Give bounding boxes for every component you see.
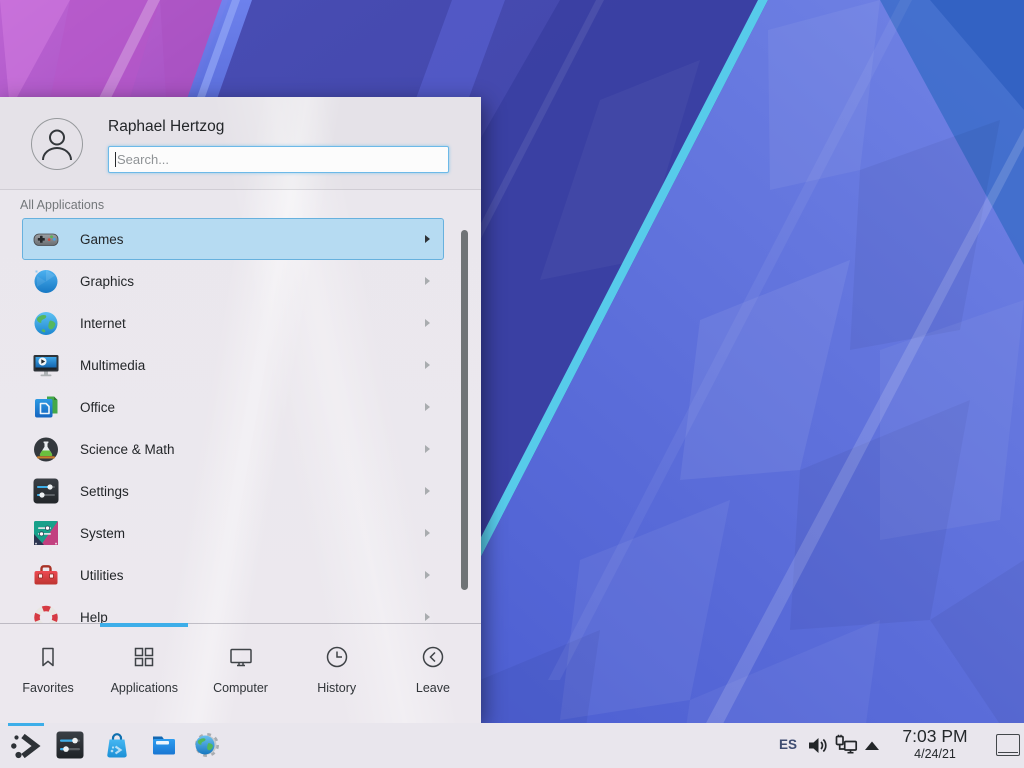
menu-item-label: Office — [80, 400, 425, 415]
menu-item-graphics[interactable]: Graphics — [22, 260, 444, 302]
dolphin-icon[interactable] — [148, 729, 180, 761]
menu-item-office[interactable]: Office — [22, 386, 444, 428]
menu-item-label: Settings — [80, 484, 425, 499]
user-name: Raphael Hertzog — [108, 118, 224, 136]
show-desktop-button[interactable] — [996, 734, 1020, 756]
digital-clock[interactable]: 7:03 PM 4/24/21 — [886, 726, 984, 762]
games-icon — [31, 224, 61, 254]
tab-leave[interactable]: Leave — [385, 624, 481, 723]
internet-icon — [31, 308, 61, 338]
menu-item-label: Utilities — [80, 568, 425, 583]
search-placeholder: Search... — [117, 152, 169, 167]
taskbar-panel: ES 7:03 PM 4/24/21 — [0, 723, 1024, 768]
application-launcher-popup: Raphael Hertzog Search... All Applicatio… — [0, 97, 481, 723]
menu-item-label: Internet — [80, 316, 425, 331]
tab-label: Applications — [96, 681, 192, 695]
submenu-arrow-icon — [425, 571, 430, 579]
text-caret — [115, 152, 116, 167]
computer-icon — [227, 643, 255, 671]
menu-item-settings[interactable]: Settings — [22, 470, 444, 512]
submenu-arrow-icon — [425, 613, 430, 621]
graphics-icon — [31, 266, 61, 296]
tab-history[interactable]: History — [289, 624, 385, 723]
menu-item-label: Graphics — [80, 274, 425, 289]
tab-label: History — [289, 681, 385, 695]
history-icon — [323, 643, 351, 671]
clock-date: 4/24/21 — [886, 747, 984, 762]
menu-item-system[interactable]: System — [22, 512, 444, 554]
menu-item-games[interactable]: Games — [22, 218, 444, 260]
menu-item-utilities[interactable]: Utilities — [22, 554, 444, 596]
search-input[interactable]: Search... — [108, 146, 449, 173]
launcher-active-indicator — [8, 723, 44, 726]
leave-icon — [419, 643, 447, 671]
help-icon — [31, 602, 61, 623]
multimedia-icon — [31, 350, 61, 380]
launcher-header: Raphael Hertzog Search... — [0, 97, 481, 190]
system-settings-icon[interactable] — [54, 729, 86, 761]
expand-tray-icon[interactable] — [864, 741, 880, 751]
desktop: Raphael Hertzog Search... All Applicatio… — [0, 0, 1024, 768]
menu-item-label: Science & Math — [80, 442, 425, 457]
menu-item-multimedia[interactable]: Multimedia — [22, 344, 444, 386]
user-avatar-icon — [31, 118, 83, 170]
clock-time: 7:03 PM — [886, 726, 984, 747]
tab-label: Favorites — [0, 681, 96, 695]
submenu-arrow-icon — [425, 487, 430, 495]
tab-label: Leave — [385, 681, 481, 695]
list-scrollbar[interactable] — [461, 230, 468, 590]
office-icon — [31, 392, 61, 422]
menu-item-internet[interactable]: Internet — [22, 302, 444, 344]
settings-icon — [31, 476, 61, 506]
submenu-arrow-icon — [425, 235, 430, 243]
volume-icon[interactable] — [806, 734, 829, 757]
keyboard-layout-indicator[interactable]: ES — [779, 737, 797, 752]
tab-computer[interactable]: Computer — [192, 624, 288, 723]
submenu-arrow-icon — [425, 277, 430, 285]
submenu-arrow-icon — [425, 403, 430, 411]
tab-applications[interactable]: Applications — [96, 624, 192, 723]
menu-item-label: System — [80, 526, 425, 541]
submenu-arrow-icon — [425, 529, 430, 537]
discover-icon[interactable] — [101, 729, 133, 761]
submenu-arrow-icon — [425, 319, 430, 327]
system-icon — [31, 518, 61, 548]
menu-item-label: Games — [80, 232, 425, 247]
tab-label: Computer — [192, 681, 288, 695]
menu-item-help[interactable]: Help — [22, 596, 444, 623]
submenu-arrow-icon — [425, 445, 430, 453]
menu-item-label: Multimedia — [80, 358, 425, 373]
section-label: All Applications — [20, 198, 104, 212]
science-icon — [31, 434, 61, 464]
utilities-icon — [31, 560, 61, 590]
network-wired-icon[interactable] — [834, 733, 859, 758]
favorites-icon — [34, 643, 62, 671]
konqueror-icon[interactable] — [190, 729, 222, 761]
application-launcher-icon[interactable] — [8, 728, 44, 764]
application-category-list: Games Graphics — [0, 218, 481, 623]
tab-favorites[interactable]: Favorites — [0, 624, 96, 723]
launcher-tab-bar: Favorites Applications C — [0, 623, 481, 723]
applications-icon — [130, 643, 158, 671]
menu-item-label: Help — [80, 610, 425, 624]
submenu-arrow-icon — [425, 361, 430, 369]
menu-item-science-math[interactable]: Science & Math — [22, 428, 444, 470]
